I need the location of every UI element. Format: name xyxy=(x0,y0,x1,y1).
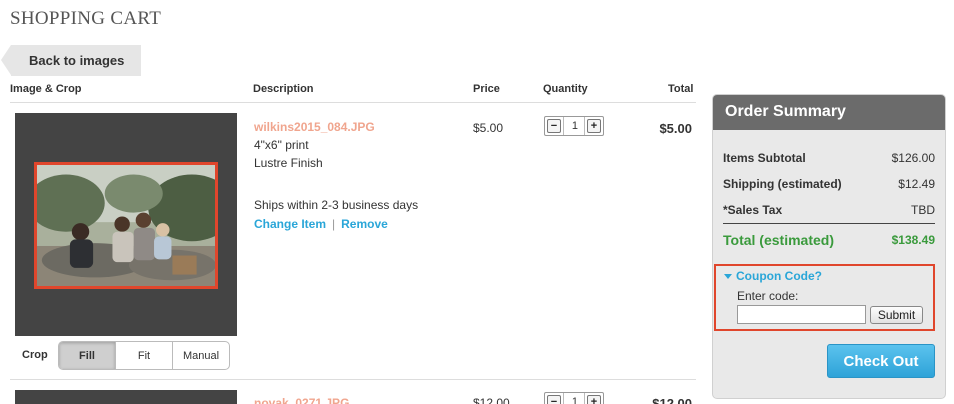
summary-divider xyxy=(723,223,935,224)
link-separator: | xyxy=(332,217,336,231)
coupon-code-input[interactable] xyxy=(737,305,866,324)
item-actions: Change Item | Remove xyxy=(254,215,388,233)
item-total: $12.00 xyxy=(652,396,692,404)
item-price: $12.00 xyxy=(473,396,510,404)
quantity-stepper: − 1 + xyxy=(544,116,604,136)
item-shipping-note: Ships within 2-3 business days xyxy=(254,198,419,212)
header-divider xyxy=(10,102,696,103)
quantity-increase-button[interactable]: + xyxy=(587,395,601,404)
tax-value: TBD xyxy=(911,203,935,217)
remove-item-link[interactable]: Remove xyxy=(341,217,388,231)
quantity-decrease-button[interactable]: − xyxy=(547,119,561,133)
tax-label: *Sales Tax xyxy=(723,203,783,217)
crop-mode-selector: Fill Fit Manual xyxy=(58,341,230,370)
coupon-code-toggle[interactable]: Coupon Code? xyxy=(724,269,822,283)
summary-tax-row: *Sales Tax TBD xyxy=(723,203,935,217)
change-item-link[interactable]: Change Item xyxy=(254,217,326,231)
quantity-stepper: − 1 + xyxy=(544,392,604,404)
quantity-input[interactable]: 1 xyxy=(563,393,585,404)
column-header-price: Price xyxy=(473,83,500,95)
column-header-quantity: Quantity xyxy=(543,83,588,95)
quantity-decrease-button[interactable]: − xyxy=(547,395,561,404)
total-label: Total (estimated) xyxy=(723,232,834,248)
crop-manual-button[interactable]: Manual xyxy=(173,342,229,369)
back-to-images-button[interactable]: Back to images xyxy=(1,45,141,76)
coupon-toggle-label: Coupon Code? xyxy=(736,269,822,283)
page-title: SHOPPING CART xyxy=(10,8,162,29)
column-header-total: Total xyxy=(668,83,694,95)
row-divider xyxy=(10,379,696,380)
crop-fill-button[interactable]: Fill xyxy=(59,342,116,369)
crop-label: Crop xyxy=(22,349,48,361)
shipping-value: $12.49 xyxy=(898,177,935,191)
family-photo-image xyxy=(37,165,215,286)
subtotal-label: Items Subtotal xyxy=(723,151,806,165)
coupon-submit-button[interactable]: Submit xyxy=(870,306,923,324)
quantity-input[interactable]: 1 xyxy=(563,117,585,135)
caret-down-icon xyxy=(724,273,732,279)
total-value: $138.49 xyxy=(891,233,935,247)
summary-shipping-row: Shipping (estimated) $12.49 xyxy=(723,177,935,191)
crop-fit-button[interactable]: Fit xyxy=(116,342,173,369)
item-filename[interactable]: wilkins2015_084.JPG xyxy=(254,120,375,134)
item-filename[interactable]: novak_0271.JPG xyxy=(254,396,349,404)
coupon-section: Coupon Code? Enter code: Submit xyxy=(714,264,935,331)
shipping-label: Shipping (estimated) xyxy=(723,177,842,191)
order-summary-title: Order Summary xyxy=(713,95,945,130)
item-print-size: 4"x6" print xyxy=(254,138,309,152)
check-out-button[interactable]: Check Out xyxy=(827,344,935,378)
summary-total-row: Total (estimated) $138.49 xyxy=(723,232,935,248)
quantity-increase-button[interactable]: + xyxy=(587,119,601,133)
summary-subtotal-row: Items Subtotal $126.00 xyxy=(723,151,935,165)
column-header-description: Description xyxy=(253,83,314,95)
subtotal-value: $126.00 xyxy=(891,151,935,165)
item-total: $5.00 xyxy=(659,121,692,136)
item-photo-thumbnail[interactable] xyxy=(34,162,218,289)
item-price: $5.00 xyxy=(473,121,504,135)
item-image-frame xyxy=(15,390,237,404)
order-summary-panel: Order Summary Items Subtotal $126.00 Shi… xyxy=(712,94,946,399)
coupon-input-label: Enter code: xyxy=(737,289,799,303)
item-finish: Lustre Finish xyxy=(254,156,323,170)
column-header-image-crop: Image & Crop xyxy=(10,83,82,95)
